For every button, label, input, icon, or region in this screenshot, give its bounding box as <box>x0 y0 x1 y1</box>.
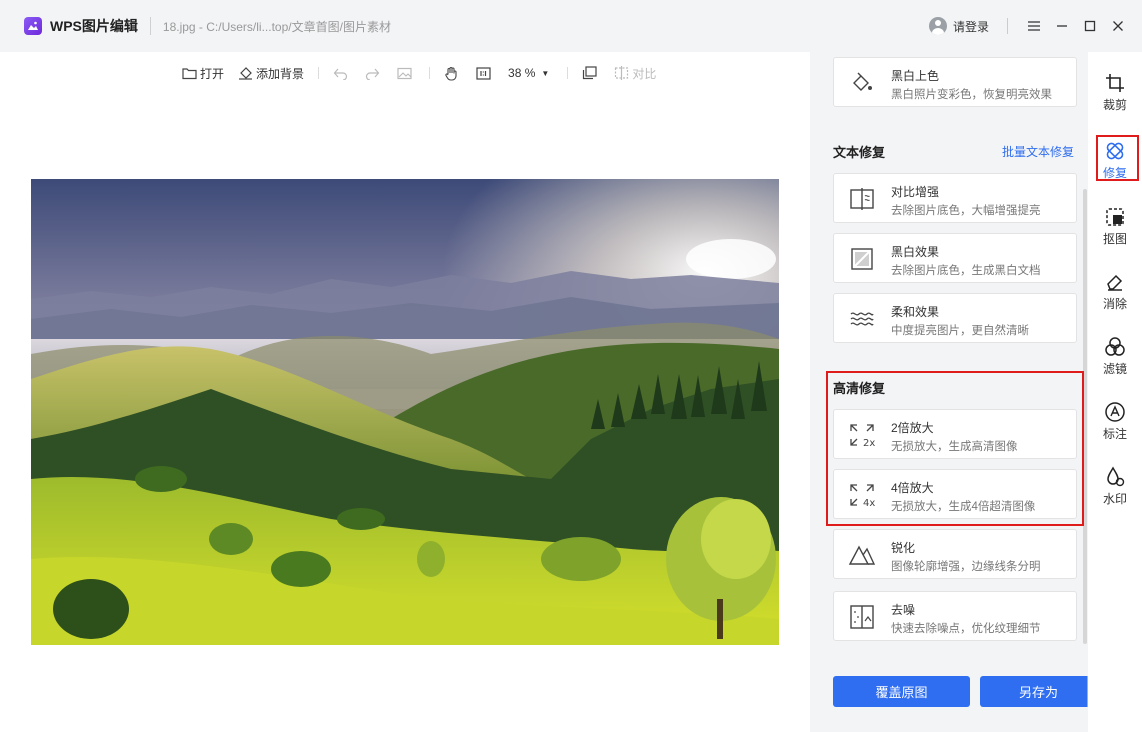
title-bar-controls: 请登录 <box>928 0 1142 52</box>
pan-button[interactable] <box>444 66 462 81</box>
cutout-icon <box>1104 206 1126 228</box>
eraser-icon <box>1104 271 1126 293</box>
card-title: 黑白上色 <box>891 69 940 83</box>
sharpen-card[interactable]: 锐化 图像轮廓增强，边缘线条分明 <box>833 529 1077 579</box>
card-title: 去噪 <box>891 603 916 617</box>
paint-bucket-icon <box>239 67 253 80</box>
nav-label: 裁剪 <box>1102 98 1127 112</box>
folder-icon <box>182 67 197 79</box>
nav-watermark[interactable]: 水印 <box>1088 458 1142 510</box>
card-title: 黑白效果 <box>891 245 940 259</box>
save-as-label: 另存为 <box>1018 685 1058 700</box>
image-icon <box>397 67 412 79</box>
black-white-icon <box>848 245 876 273</box>
card-desc: 中度提亮图片，更自然清晰 <box>891 325 1029 337</box>
nav-crop[interactable]: 裁剪 <box>1088 64 1142 116</box>
app-title: WPS图片编辑 <box>50 18 138 34</box>
card-desc: 快速去除噪点，优化纹理细节 <box>891 623 1041 635</box>
black-white-card[interactable]: 黑白效果 去除图片底色，生成黑白文档 <box>833 233 1077 283</box>
menu-icon[interactable] <box>1024 16 1044 36</box>
card-desc: 图像轮廓增强，边缘线条分明 <box>891 561 1041 573</box>
nav-label: 滤镜 <box>1102 362 1127 376</box>
file-path: 18.jpg - C:/Users/li...top/文章首图/图片素材 <box>162 19 391 34</box>
maximize-icon[interactable] <box>1080 16 1100 36</box>
edited-photo[interactable] <box>31 179 779 645</box>
toolbar-divider-2 <box>429 67 431 79</box>
close-icon[interactable] <box>1108 16 1128 36</box>
open-button[interactable]: 打开 <box>182 65 224 82</box>
add-background-button[interactable]: 添加背景 <box>238 65 304 82</box>
toolbar-divider-3 <box>567 67 569 79</box>
nav-erase[interactable]: 消除 <box>1088 263 1142 315</box>
card-desc: 去除图片底色，大幅增强提亮 <box>891 205 1041 217</box>
chevron-down-icon: ▼ <box>541 68 550 78</box>
user-avatar-icon[interactable] <box>928 17 947 35</box>
text-repair-title: 文本修复 <box>833 145 886 160</box>
card-desc: 去除图片底色，生成黑白文档 <box>891 265 1041 277</box>
image-button[interactable] <box>397 67 415 80</box>
title-bar: WPS图片编辑 18.jpg - C:/Users/li...top/文章首图/… <box>0 0 1142 52</box>
contrast-enhance-card[interactable]: 对比增强 去除图片底色，大幅增强提亮 <box>833 173 1077 223</box>
image-toolbar: 打开 添加背景 38 % ▼ 对比 <box>182 64 670 82</box>
card-title: 锐化 <box>891 541 916 555</box>
add-background-label: 添加背景 <box>256 66 305 81</box>
fit-button[interactable] <box>582 66 600 80</box>
hd-repair-highlight <box>826 371 1084 526</box>
actual-size-button[interactable] <box>476 66 494 80</box>
app-logo-icon <box>24 17 42 35</box>
card-title: 柔和效果 <box>891 305 940 319</box>
denoise-card[interactable]: 去噪 快速去除噪点，优化纹理细节 <box>833 591 1077 641</box>
zoom-select[interactable]: 38 % ▼ <box>508 66 549 80</box>
nav-cutout[interactable]: 抠图 <box>1088 198 1142 250</box>
nav-label: 水印 <box>1102 492 1127 506</box>
login-link[interactable]: 请登录 <box>953 18 989 35</box>
paint-bucket-icon <box>848 69 876 97</box>
triangles-icon <box>848 541 876 569</box>
open-label: 打开 <box>200 66 225 81</box>
contrast-icon <box>848 185 876 213</box>
repair-nav-highlight <box>1096 135 1139 181</box>
undo-icon <box>333 68 348 80</box>
redo-icon <box>365 68 380 80</box>
cover-original-button[interactable]: 覆盖原图 <box>833 676 970 707</box>
nav-label: 抠图 <box>1102 232 1127 246</box>
nav-label: 标注 <box>1102 427 1127 441</box>
repair-panel: 黑白上色 黑白照片变彩色，恢复明亮效果 文本修复 批量文本修复 对比增强 去除图… <box>810 52 1117 732</box>
hand-icon <box>445 66 457 81</box>
nav-label: 消除 <box>1102 297 1127 311</box>
colorize-card[interactable]: 黑白上色 黑白照片变彩色，恢复明亮效果 <box>833 57 1077 107</box>
toolbar-divider <box>318 67 320 79</box>
side-nav: 裁剪 修复 抠图 消除 滤镜 标注 水印 <box>1088 52 1142 732</box>
annotate-icon <box>1104 401 1126 423</box>
redo-button[interactable] <box>365 67 383 80</box>
compare-icon <box>615 66 629 80</box>
undo-button[interactable] <box>333 67 351 80</box>
copy-icon <box>583 66 597 80</box>
crop-icon <box>1104 72 1126 94</box>
denoise-icon <box>848 603 876 631</box>
zoom-value: 38 % <box>508 66 536 80</box>
title-divider <box>149 17 151 35</box>
nav-annotate[interactable]: 标注 <box>1088 393 1142 445</box>
filter-icon <box>1104 336 1126 358</box>
nav-filter[interactable]: 滤镜 <box>1088 328 1142 380</box>
waves-icon <box>848 305 876 333</box>
compare-label: 对比 <box>632 66 657 81</box>
compare-button[interactable]: 对比 <box>614 65 656 82</box>
actual-size-icon <box>476 66 491 80</box>
batch-text-repair-link[interactable]: 批量文本修复 <box>1002 143 1074 160</box>
minimize-icon[interactable] <box>1052 16 1072 36</box>
canvas-area: 打开 添加背景 38 % ▼ 对比 <box>0 52 810 732</box>
card-desc: 黑白照片变彩色，恢复明亮效果 <box>891 89 1052 101</box>
controls-divider <box>1007 18 1008 34</box>
soft-effect-card[interactable]: 柔和效果 中度提亮图片，更自然清晰 <box>833 293 1077 343</box>
card-title: 对比增强 <box>891 185 940 199</box>
watermark-icon <box>1104 466 1126 488</box>
